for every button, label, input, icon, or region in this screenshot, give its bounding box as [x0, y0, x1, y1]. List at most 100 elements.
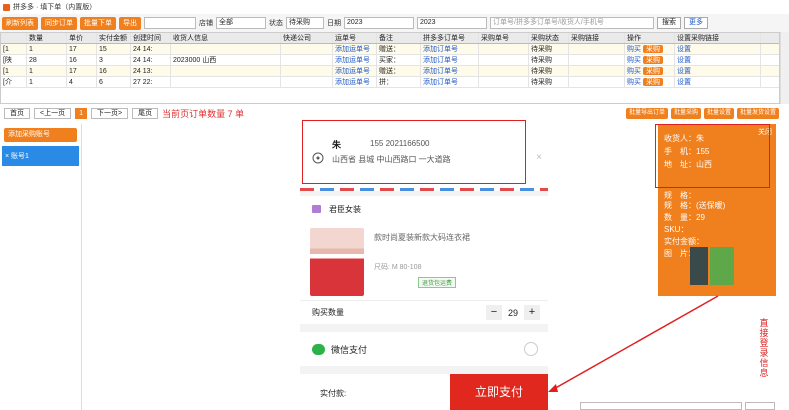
cell: 15 — [97, 44, 131, 54]
batch-export-button[interactable]: 批量导出订单 — [625, 108, 668, 119]
buy-link[interactable]: 购买 — [627, 55, 641, 65]
add-order-link[interactable]: 添加订单号 — [421, 55, 479, 65]
payment-radio[interactable] — [524, 342, 538, 356]
cell — [569, 55, 625, 65]
refresh-button[interactable]: 刷新列表 — [2, 16, 38, 30]
batch-ship-button[interactable]: 批量发货设置 — [736, 108, 779, 119]
add-order-link[interactable]: 添加订单号 — [421, 44, 479, 54]
cell: 6 — [97, 77, 131, 87]
paid-row: 实付金额： — [664, 236, 704, 247]
product-thumbnail — [690, 247, 708, 285]
cell: 赠送： — [377, 66, 421, 76]
free-return-tag: 退货包运费 — [418, 277, 457, 288]
store-name: 君臣女装 — [329, 204, 361, 214]
qty-value: 29 — [696, 213, 705, 222]
last-page-button[interactable]: 尾页 — [132, 107, 159, 119]
batch-set-button[interactable]: 批量设置 — [703, 108, 734, 119]
add-waybill-link[interactable]: 添加运单号 — [333, 77, 377, 87]
table-row[interactable]: [介 1 4 6 27 22: 添加运单号 拼： 添加订单号 待采购 购买 采购… — [1, 77, 779, 88]
sync-orders-button[interactable]: 同步订单 — [41, 16, 77, 30]
set-link[interactable]: 设置 — [675, 44, 761, 54]
buy-link[interactable]: 购买 — [627, 66, 641, 76]
platform-select[interactable] — [144, 17, 196, 29]
purchase-button[interactable]: 采购 — [643, 67, 663, 75]
col-header[interactable]: 拼多多订单号 — [421, 33, 479, 43]
purchase-button[interactable]: 采购 — [643, 78, 663, 86]
minus-button[interactable]: − — [485, 305, 502, 320]
cell: 3 — [97, 55, 131, 65]
cell: 1 — [27, 77, 67, 87]
first-page-button[interactable]: 首页 — [4, 107, 30, 119]
batch-purchase-button[interactable]: 批量采购 — [670, 108, 701, 119]
cell: 赠送： — [377, 44, 421, 54]
orders-table: 数量 单价 实付金额 创建时间 收货人信息 快递公司 运单号 备注 拼多多订单号… — [0, 32, 780, 104]
vertical-scrollbar[interactable] — [780, 32, 789, 104]
buy-link[interactable]: 购买 — [627, 77, 641, 87]
export-button[interactable]: 导出 — [119, 16, 141, 30]
current-page[interactable]: 1 — [75, 107, 87, 119]
set-link[interactable]: 设置 — [675, 77, 761, 87]
search-button[interactable]: 搜索 — [657, 17, 681, 29]
add-waybill-link[interactable]: 添加运单号 — [333, 44, 377, 54]
store-label: 店铺 — [199, 20, 213, 27]
paid-label: 实付金额： — [664, 237, 704, 246]
add-waybill-link[interactable]: 添加运单号 — [333, 55, 377, 65]
set-link[interactable]: 设置 — [675, 66, 761, 76]
date-from-input[interactable]: 2023 — [344, 17, 414, 29]
col-header[interactable]: 数量 — [27, 33, 67, 43]
address-divider — [300, 188, 548, 191]
search-input[interactable]: 订单号/拼多多订单号/收货人/手机号 — [490, 17, 654, 29]
more-button[interactable]: 更多 — [684, 17, 708, 29]
quantity-row: 购买数量 − 29 + — [300, 300, 548, 324]
store-row[interactable]: 君臣女装 — [300, 196, 548, 222]
pay-now-button[interactable]: 立即支付 — [450, 374, 548, 410]
next-page-button[interactable]: 下一页> — [91, 107, 129, 119]
op-cell: 购买 采购 — [625, 55, 675, 65]
table-row[interactable]: [1 1 17 16 24 13: 添加运单号 赠送： 添加订单号 待采购 购买… — [1, 66, 779, 77]
col-header[interactable]: 采购状态 — [529, 33, 569, 43]
add-account-button[interactable]: 添加采购账号 — [4, 128, 77, 142]
account-tab[interactable]: × 账号1 — [2, 146, 79, 166]
close-icon[interactable]: × — [536, 152, 542, 163]
batch-order-button[interactable]: 批量下单 — [80, 16, 116, 30]
col-header[interactable]: 收货人信息 — [171, 33, 281, 43]
col-header[interactable]: 单价 — [67, 33, 97, 43]
col-header[interactable]: 备注 — [377, 33, 421, 43]
cell: 待采购 — [529, 55, 569, 65]
quantity-value[interactable]: 29 — [508, 308, 518, 318]
col-header[interactable]: 采购链接 — [569, 33, 625, 43]
store-icon — [312, 205, 321, 213]
store-select[interactable]: 全部 — [216, 17, 266, 29]
date-to-input[interactable]: 2023 — [417, 17, 487, 29]
status-select[interactable]: 待采购 — [286, 17, 324, 29]
cell: [介 — [1, 77, 27, 87]
add-order-link[interactable]: 添加订单号 — [421, 77, 479, 87]
col-header — [1, 33, 27, 43]
prev-page-button[interactable]: <上一页 — [34, 107, 72, 119]
buy-link[interactable]: 购买 — [627, 44, 641, 54]
sku-row: SKU： — [664, 224, 688, 235]
bottom-select[interactable] — [745, 401, 775, 410]
add-order-link[interactable]: 添加订单号 — [421, 66, 479, 76]
cell — [569, 44, 625, 54]
cell — [281, 44, 333, 54]
col-header[interactable]: 运单号 — [333, 33, 377, 43]
cell: 17 — [67, 44, 97, 54]
purchase-button[interactable]: 采购 — [643, 56, 663, 64]
col-header[interactable]: 实付金额 — [97, 33, 131, 43]
table-row[interactable]: [陕 28 16 3 24 14: 2023000 山西 添加运单号 买家： 添… — [1, 55, 779, 66]
col-header[interactable]: 采购单号 — [479, 33, 529, 43]
payment-method-row[interactable]: 微信支付 — [300, 332, 548, 366]
bottom-input[interactable] — [580, 401, 742, 410]
col-header[interactable]: 创建时间 — [131, 33, 171, 43]
window-title: 拼多多 · 填下单（内置版） — [13, 4, 97, 11]
add-waybill-link[interactable]: 添加运单号 — [333, 66, 377, 76]
set-link[interactable]: 设置 — [675, 55, 761, 65]
cell: 2023000 山西 — [171, 55, 281, 65]
cell: 4 — [67, 77, 97, 87]
col-header[interactable]: 快递公司 — [281, 33, 333, 43]
purchase-button[interactable]: 采购 — [643, 45, 663, 53]
table-row[interactable]: [1 1 17 15 24 14: 添加运单号 赠送： 添加订单号 待采购 购买… — [1, 44, 779, 55]
product-title: 款时尚夏装新款大码连衣裙 — [374, 233, 470, 242]
plus-button[interactable]: + — [524, 305, 540, 320]
